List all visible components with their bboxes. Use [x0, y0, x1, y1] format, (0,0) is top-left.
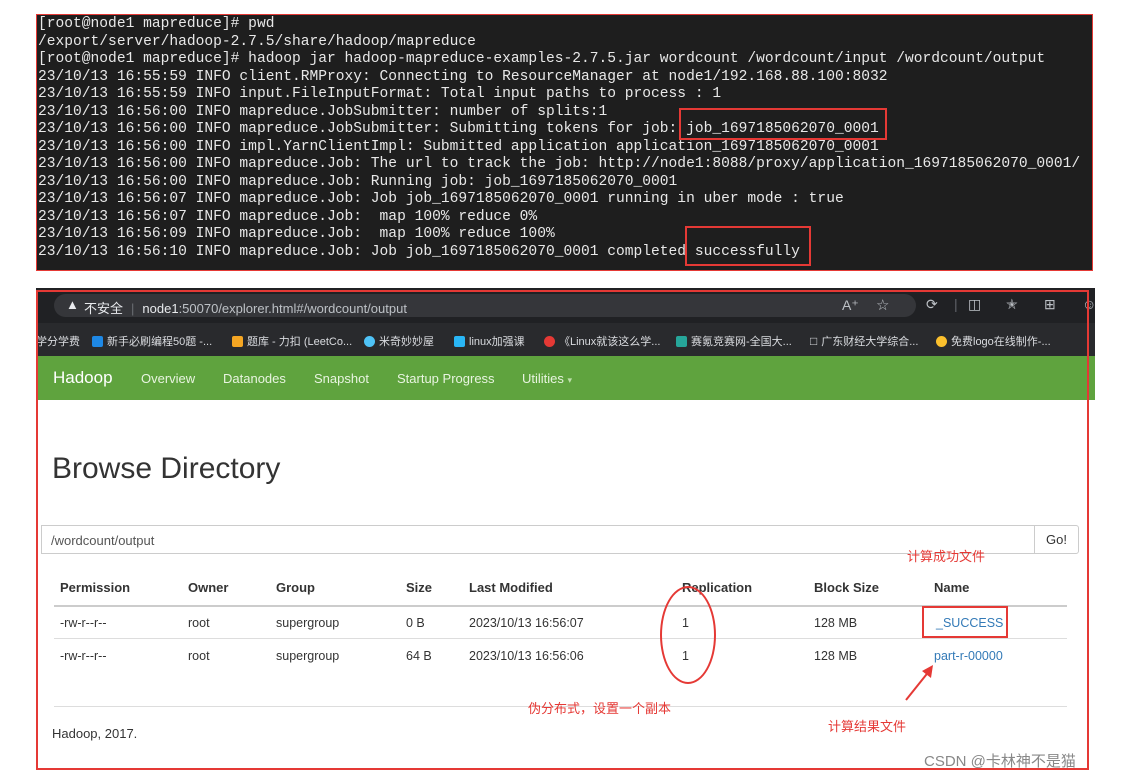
favorite-star-icon[interactable]: ☆ — [876, 296, 889, 314]
bookmark-favicon — [92, 335, 103, 347]
warning-icon: ▲ — [66, 297, 79, 312]
toolbar-divider: | — [954, 296, 958, 312]
cell-last-modified: 2023/10/13 16:56:07 — [469, 616, 584, 630]
read-aloud-icon[interactable]: A⁺ — [842, 297, 859, 314]
job-id-highlight — [679, 108, 887, 140]
collections-icon[interactable]: ⊞ — [1044, 296, 1056, 313]
url-field[interactable]: ▲ 不安全 | node1:50070/explorer.html#/wordcou… — [54, 294, 916, 317]
bookmark-item[interactable]: 赛氪竞赛网-全国大... — [676, 333, 792, 349]
cell-group: supergroup — [276, 649, 340, 663]
cell-block-size: 128 MB — [814, 649, 858, 663]
bookmark-item[interactable]: 学分学费 — [36, 333, 80, 349]
column-header-size[interactable]: Size — [406, 580, 432, 595]
go-button[interactable]: Go! — [1034, 525, 1079, 554]
column-header-group[interactable]: Group — [276, 580, 315, 595]
url-host: node1 — [142, 301, 179, 316]
bookmark-item[interactable]: 题库 - 力扣 (LeetCo... — [232, 333, 352, 349]
caret-down-icon: ▾ — [567, 375, 573, 385]
nav-startup-progress[interactable]: Startup Progress — [397, 371, 495, 386]
page-footer: Hadoop, 2017. — [52, 726, 138, 741]
url-path: :50070/explorer.html#/wordcount/output — [178, 301, 407, 316]
path-input[interactable]: /wordcount/output — [41, 525, 1034, 554]
terminal-frame-highlight — [36, 14, 1093, 271]
nav-snapshot[interactable]: Snapshot — [314, 371, 369, 386]
column-header-last-modified[interactable]: Last Modified — [469, 580, 553, 595]
bookmark-favicon — [454, 335, 465, 347]
annotation-result-file: 计算结果文件 — [828, 719, 907, 734]
url-text: 不安全 | node1:50070/explorer.html#/wordcount… — [84, 301, 407, 316]
csdn-watermark: CSDN @卡林神不是猫 — [924, 753, 1076, 770]
page-icon: □ — [810, 334, 818, 348]
hadoop-brand[interactable]: Hadoop — [53, 368, 113, 388]
column-header-owner[interactable]: Owner — [188, 580, 228, 595]
bookmark-item[interactable]: linux加强课 — [454, 333, 525, 349]
column-header-permission[interactable]: Permission — [60, 580, 130, 595]
cell-block-size: 128 MB — [814, 616, 858, 630]
cell-owner: root — [188, 649, 210, 663]
cell-last-modified: 2023/10/13 16:56:06 — [469, 649, 584, 663]
bookmark-favicon — [232, 335, 243, 347]
bookmark-item[interactable]: 新手必刷编程50题 -... — [92, 333, 212, 349]
replication-highlight-ellipse — [660, 586, 716, 684]
cell-size: 0 B — [406, 616, 425, 630]
nav-datanodes[interactable]: Datanodes — [223, 371, 286, 386]
cell-permission: -rw-r--r-- — [60, 616, 107, 630]
cell-size: 64 B — [406, 649, 432, 663]
bookmark-favicon — [676, 335, 687, 347]
success-file-highlight — [922, 606, 1008, 638]
bookmark-item[interactable]: 免费logo在线制作-... — [936, 333, 1051, 349]
bookmark-favicon — [936, 335, 947, 347]
profile-icon[interactable]: ☺ — [1082, 296, 1095, 312]
split-screen-icon[interactable]: ◫ — [968, 296, 981, 313]
cell-permission: -rw-r--r-- — [60, 649, 107, 663]
address-bar: ▲ 不安全 | node1:50070/explorer.html#/wordcou… — [36, 288, 1095, 323]
annotation-success-file: 计算成功文件 — [907, 549, 986, 564]
extensions-icon[interactable]: ⟳ — [926, 296, 938, 313]
annotation-pseudo-distributed: 伪分布式，设置一个副本 — [528, 701, 672, 716]
bookmark-item[interactable]: □ 广东财经大学综合... — [810, 333, 918, 349]
bookmark-favicon — [544, 335, 555, 347]
bookmark-favicon — [364, 335, 375, 347]
bookmark-item[interactable]: 《Linux就该这么学... — [544, 333, 660, 349]
hadoop-navbar: Hadoop Overview Datanodes Snapshot Start… — [36, 356, 1095, 400]
bookmark-item[interactable]: 米奇妙妙屋 — [364, 333, 434, 349]
file-link-part-r-00000[interactable]: part-r-00000 — [934, 649, 1003, 663]
cell-group: supergroup — [276, 616, 340, 630]
cell-owner: root — [188, 616, 210, 630]
success-status-highlight — [685, 226, 811, 266]
table-header-divider — [54, 605, 1067, 607]
nav-utilities[interactable]: Utilities ▾ — [522, 371, 572, 386]
security-label: 不安全 — [84, 301, 124, 316]
column-header-name[interactable]: Name — [934, 580, 969, 595]
row-divider — [54, 638, 1067, 639]
page-title: Browse Directory — [52, 452, 281, 485]
favorites-icon[interactable]: ✭ — [1006, 296, 1018, 313]
result-file-arrow — [905, 665, 933, 701]
nav-overview[interactable]: Overview — [141, 371, 195, 386]
column-header-block-size[interactable]: Block Size — [814, 580, 879, 595]
bookmarks-bar: 学分学费 新手必刷编程50题 -... 题库 - 力扣 (LeetCo... 米… — [36, 323, 1095, 356]
